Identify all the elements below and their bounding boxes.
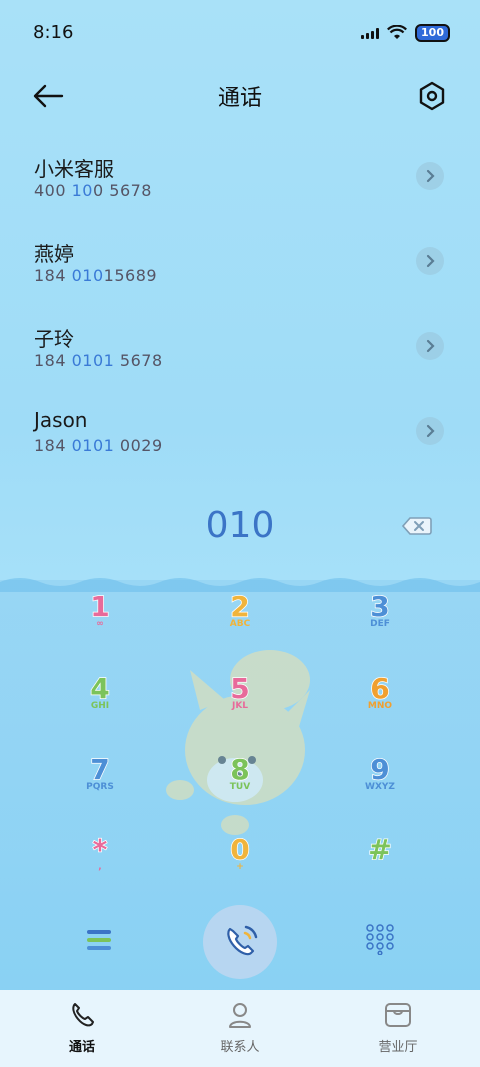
tab-calls[interactable]: 通话 <box>22 1000 142 1055</box>
list-item[interactable]: Jason 184 0101 0029 <box>0 390 480 475</box>
keypad-icon[interactable] <box>364 923 396 955</box>
store-icon <box>385 1003 411 1027</box>
signal-icon <box>361 27 380 39</box>
key-5[interactable]: 5 JKL <box>195 671 285 742</box>
key-7[interactable]: 7 PQRS <box>55 752 145 823</box>
key-hash[interactable]: # <box>335 832 425 903</box>
battery-icon: 100 <box>415 24 450 42</box>
contact-name: 燕婷 <box>34 242 74 266</box>
contact-number: 184 0101 0029 <box>34 436 163 455</box>
wave-decoration <box>0 578 480 592</box>
contact-number: 400 100 5678 <box>34 181 152 200</box>
contacts-icon <box>229 1003 251 1028</box>
wifi-icon <box>387 25 408 39</box>
contact-number: 184 01015689 <box>34 266 158 285</box>
settings-icon[interactable] <box>414 78 450 114</box>
key-9[interactable]: 9 WXYZ <box>335 752 425 823</box>
chevron-right-icon[interactable] <box>416 332 444 360</box>
key-1[interactable]: 1 ∞ <box>55 589 145 660</box>
list-item[interactable]: 燕婷 184 01015689 <box>0 220 480 305</box>
tab-label: 通话 <box>68 1040 95 1055</box>
page-title: 通话 <box>217 86 262 111</box>
contact-name: Jason <box>34 408 88 432</box>
phone-icon <box>72 1003 94 1027</box>
tab-label: 营业厅 <box>378 1040 418 1055</box>
menu-icon[interactable] <box>84 925 114 955</box>
list-item[interactable]: 子玲 184 0101 5678 <box>0 305 480 390</box>
chevron-right-icon[interactable] <box>416 247 444 275</box>
chevron-right-icon[interactable] <box>416 162 444 190</box>
key-2[interactable]: 2 ABC <box>195 589 285 660</box>
header: 通话 <box>0 70 480 120</box>
key-star[interactable]: * , <box>55 832 145 903</box>
matched-contacts-list: 小米客服 400 100 5678 燕婷 184 01015689 子玲 184… <box>0 135 480 475</box>
contact-name: 小米客服 <box>34 157 114 181</box>
call-button[interactable] <box>203 905 277 979</box>
backspace-icon[interactable] <box>402 516 432 536</box>
key-4[interactable]: 4 GHI <box>55 671 145 742</box>
tab-label: 联系人 <box>220 1040 260 1055</box>
contact-number: 184 0101 5678 <box>34 351 163 370</box>
contact-name: 子玲 <box>34 327 74 351</box>
list-item[interactable]: 小米客服 400 100 5678 <box>0 135 480 220</box>
key-6[interactable]: 6 MNO <box>335 671 425 742</box>
key-3[interactable]: 3 DEF <box>335 589 425 660</box>
phone-call-icon <box>227 925 258 956</box>
bottom-nav: 通话 联系人 营业厅 <box>0 990 480 1067</box>
tab-service-hall[interactable]: 营业厅 <box>338 1000 458 1055</box>
status-icons: 100 <box>361 24 450 42</box>
key-8[interactable]: 8 TUV <box>195 752 285 823</box>
dialer-actions <box>0 905 480 985</box>
tab-contacts[interactable]: 联系人 <box>180 1000 300 1055</box>
status-bar: 8:16 100 <box>0 0 480 64</box>
key-0[interactable]: 0 + <box>195 832 285 903</box>
chevron-right-icon[interactable] <box>416 417 444 445</box>
status-time: 8:16 <box>33 22 74 43</box>
